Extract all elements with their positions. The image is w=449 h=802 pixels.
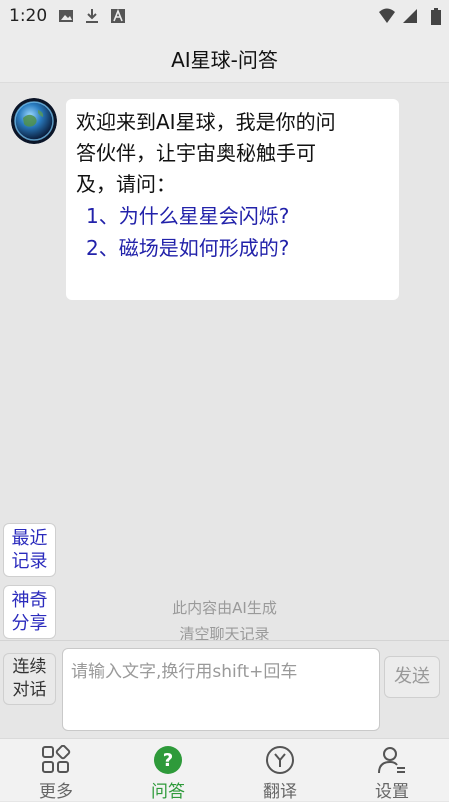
bottom-nav: 更多 ? 问答 翻译 设置: [0, 738, 449, 802]
question-icon: ?: [154, 746, 182, 774]
nav-item-translate[interactable]: 翻译: [224, 739, 336, 802]
recent-records-label: 最近: [11, 528, 48, 549]
nav-label-more: 更多: [39, 782, 73, 802]
nav-item-more[interactable]: 更多: [0, 739, 112, 802]
battery-icon: [431, 8, 441, 25]
svg-text:?: ?: [163, 750, 173, 771]
planet-avatar-icon: [11, 98, 57, 144]
chat-area[interactable]: 欢迎来到AI星球，我是你的问 答伙伴，让宇宙奥秘触手可 及，请问： 1、为什么星…: [0, 83, 449, 643]
font-notification-icon: [111, 8, 125, 23]
suggested-question-2[interactable]: 2、磁场是如何形成的?: [76, 232, 389, 264]
message-input[interactable]: [62, 648, 380, 731]
status-time: 1:20: [9, 6, 48, 26]
bot-message-bubble: 欢迎来到AI星球，我是你的问 答伙伴，让宇宙奥秘触手可 及，请问： 1、为什么星…: [66, 99, 399, 300]
download-icon: [86, 9, 98, 23]
signal-icon: [403, 9, 417, 23]
wifi-icon: [379, 8, 395, 23]
bot-avatar: [11, 98, 57, 144]
continuous-dialogue-button[interactable]: 连续 对话: [3, 653, 56, 705]
nav-label-translate: 翻译: [263, 782, 297, 802]
nav-label-settings: 设置: [375, 782, 409, 802]
greeting-line: 答伙伴，让宇宙奥秘触手可: [76, 141, 316, 165]
recent-records-button[interactable]: 最近 记录: [3, 523, 56, 577]
input-bar: 连续 对话 发送: [0, 640, 449, 739]
continuous-dialogue-label: 对话: [12, 680, 47, 700]
grid-icon: [42, 745, 71, 773]
greeting-line: 及，请问：: [76, 172, 176, 196]
nav-label-qa: 问答: [151, 782, 185, 802]
user-settings-icon: [378, 747, 405, 774]
suggested-question-1[interactable]: 1、为什么星星会闪烁?: [76, 200, 389, 232]
greeting-line: 欢迎来到AI星球，我是你的问: [76, 110, 336, 134]
image-notification-icon: [59, 10, 73, 22]
send-button[interactable]: 发送: [384, 656, 440, 698]
ai-generated-notice: 此内容由AI生成: [172, 599, 277, 617]
nav-item-settings[interactable]: 设置: [336, 739, 448, 802]
recent-records-label: 记录: [11, 551, 48, 572]
nav-item-qa[interactable]: ? 问答: [112, 739, 224, 802]
continuous-dialogue-label: 连续: [12, 657, 47, 677]
translate-icon: [266, 746, 294, 774]
app-bar: AI星球-问答: [0, 32, 449, 83]
page-title: AI星球-问答: [171, 48, 278, 72]
status-bar: 1:20: [0, 0, 449, 32]
